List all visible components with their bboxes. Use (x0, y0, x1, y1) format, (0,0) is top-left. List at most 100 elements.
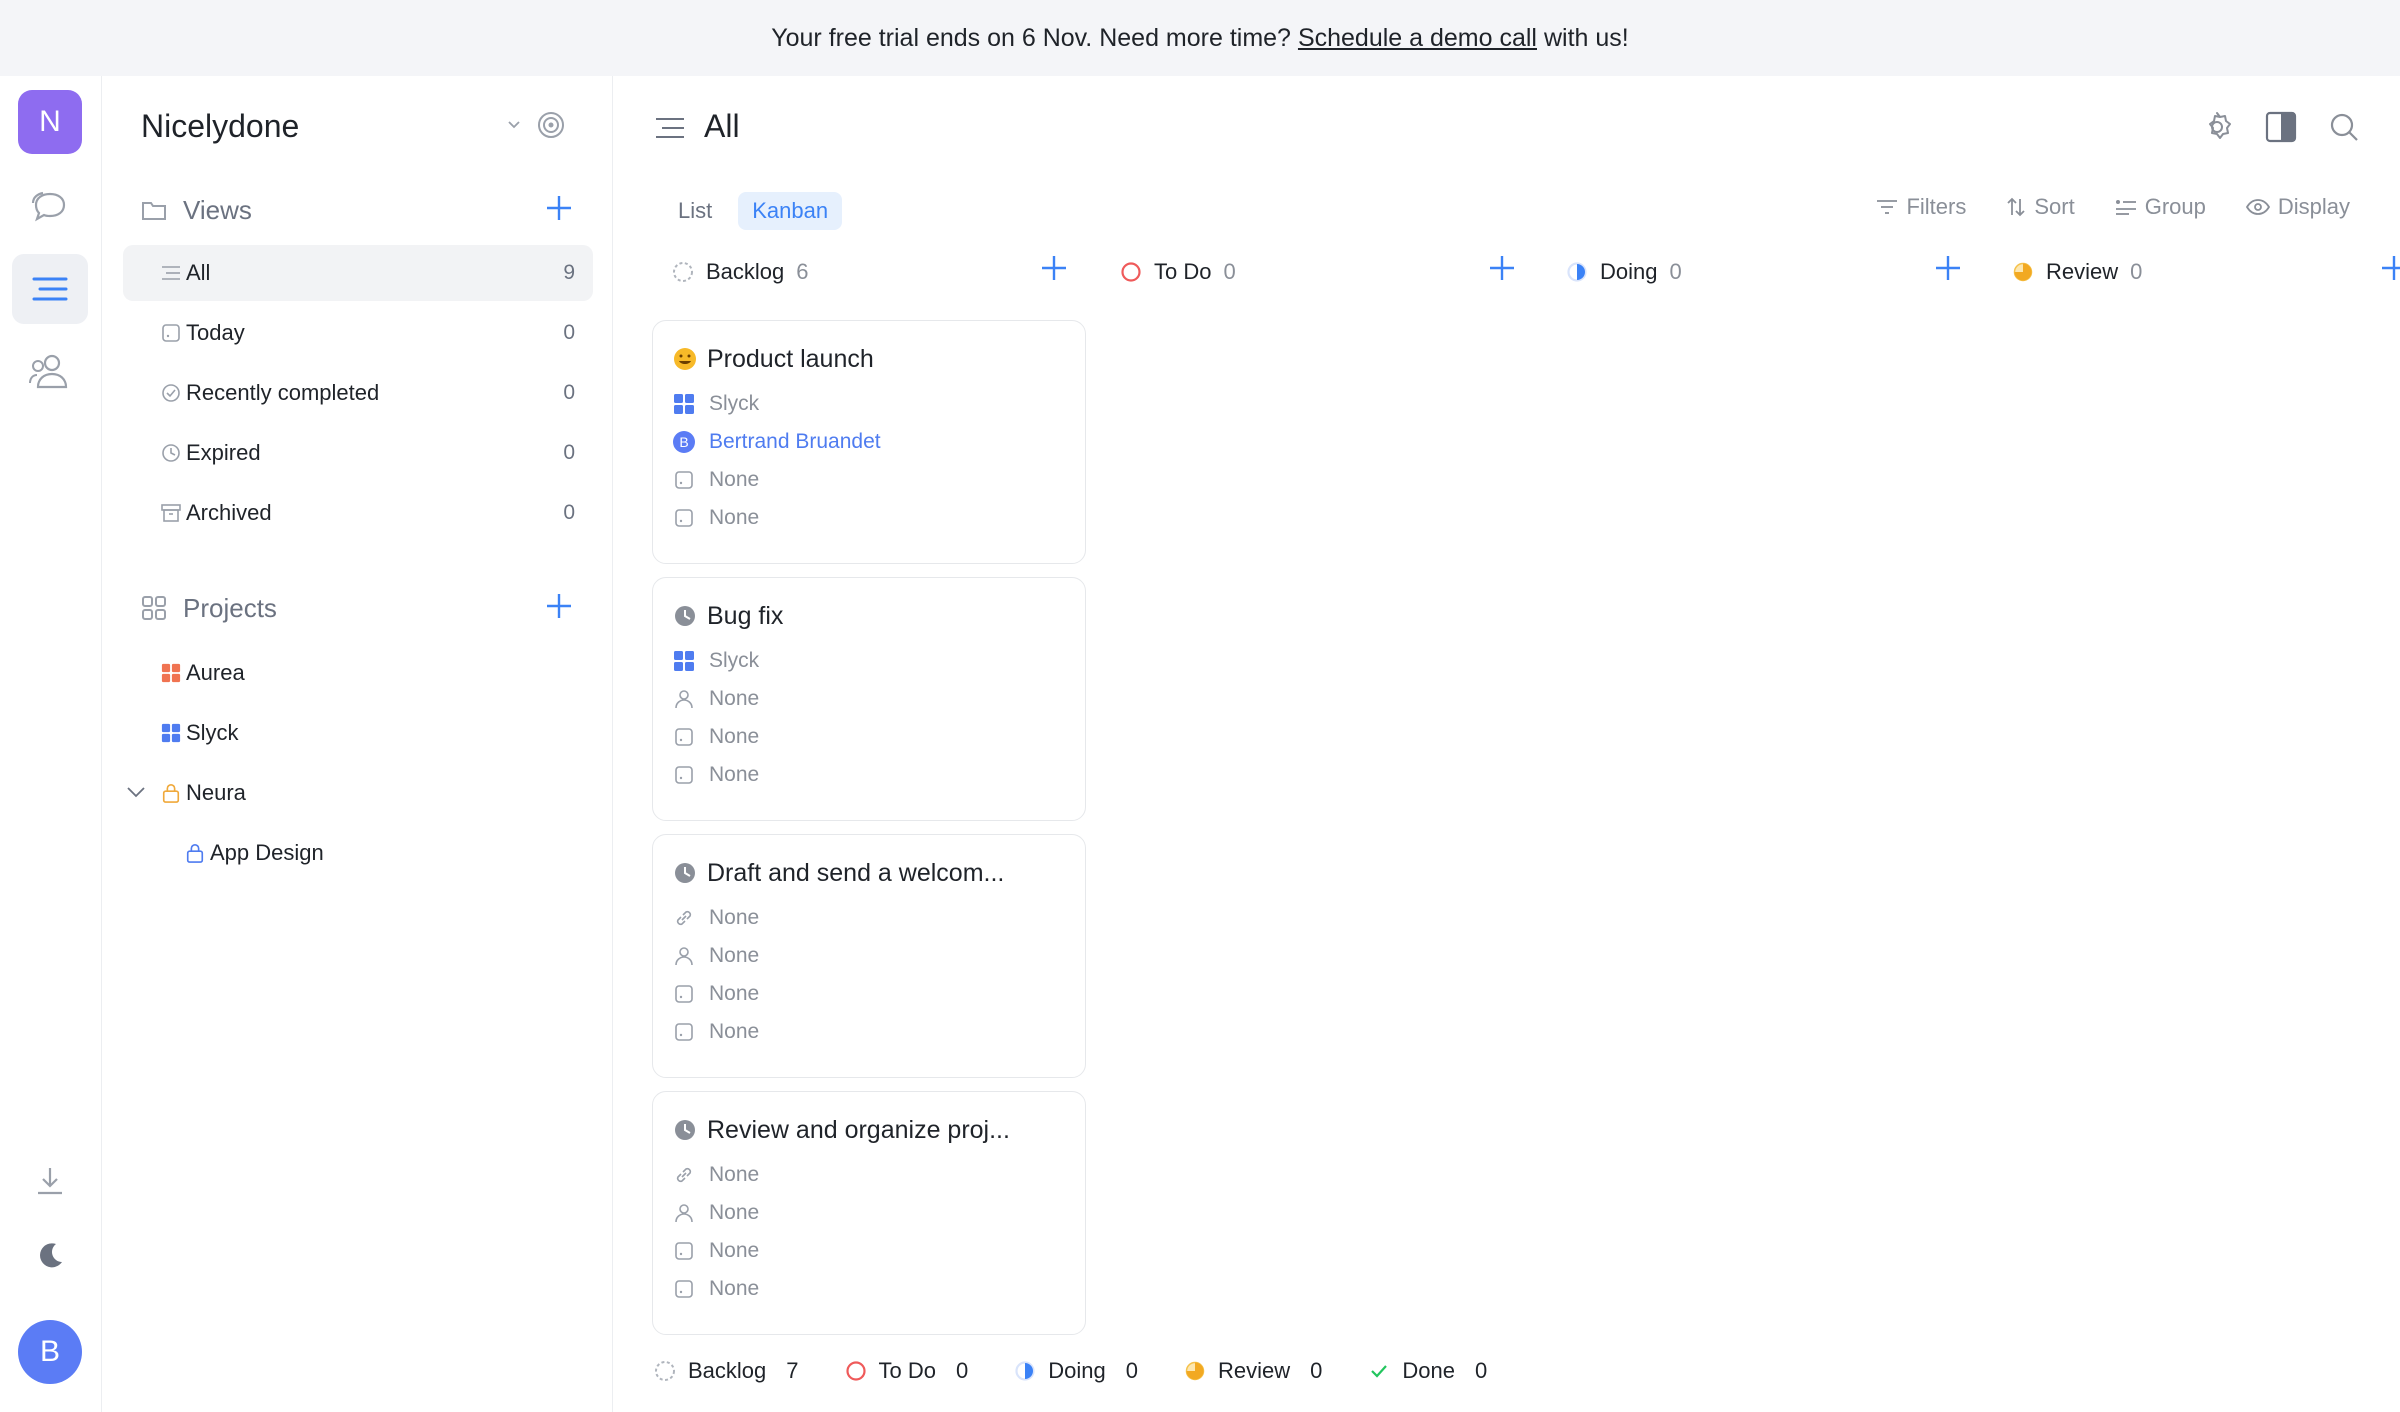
chevron-down-icon[interactable] (125, 785, 147, 801)
card-prop-text: Bertrand Bruandet (709, 430, 881, 453)
sort-button[interactable]: Sort (2006, 194, 2075, 220)
filters-button[interactable]: Filters (1876, 194, 1966, 220)
task-status-icon (675, 863, 695, 883)
workspace-avatar[interactable]: N (18, 90, 82, 154)
chevron-down-icon[interactable] (506, 119, 522, 131)
column-header-todo: To Do 0 (1120, 252, 1236, 292)
project-label: Neura (186, 780, 246, 805)
group-button[interactable]: Group (2115, 194, 2206, 220)
projects-section-header[interactable]: Projects (141, 586, 591, 630)
user-avatar[interactable]: B (18, 1320, 82, 1384)
view-label: All (186, 260, 211, 285)
card-due-date[interactable]: None (673, 1272, 759, 1306)
user-icon (675, 1204, 693, 1223)
card-prop-text: None (709, 687, 760, 710)
card-title: Review and organize proj... (707, 1116, 1010, 1144)
projects-label: Projects (183, 592, 277, 623)
status-summary-todo[interactable]: To Do 0 (845, 1358, 968, 1384)
status-name: Doing (1048, 1358, 1106, 1383)
view-item-today[interactable]: Today 0 (123, 305, 593, 361)
theme-toggle[interactable] (12, 1221, 88, 1291)
add-card-doing-icon[interactable] (1934, 254, 1962, 282)
card-prop-text: None (709, 725, 760, 748)
card-due-date[interactable]: None (673, 501, 759, 535)
card-assignee[interactable]: None (673, 1196, 759, 1230)
card-due-date[interactable]: None (673, 1015, 759, 1049)
project-item-neura[interactable]: Neura (123, 765, 593, 821)
card-link[interactable]: None (673, 901, 759, 935)
status-summary-doing[interactable]: Doing 0 (1014, 1358, 1138, 1384)
status-summary-done[interactable]: Done 0 (1368, 1358, 1487, 1384)
status-summary-backlog[interactable]: Backlog 7 (654, 1358, 799, 1384)
people-button[interactable] (12, 336, 88, 406)
review-status-icon (2013, 262, 2033, 282)
menu-icon[interactable] (654, 116, 686, 140)
gear-icon[interactable] (2200, 110, 2234, 144)
card-prop-text: None (709, 944, 760, 967)
view-count: 0 (563, 321, 575, 344)
add-project-icon[interactable] (545, 592, 573, 620)
download-button[interactable] (12, 1146, 88, 1216)
card-start-date[interactable]: None (673, 977, 759, 1011)
card-project[interactable]: Slyck (673, 644, 759, 678)
task-card[interactable]: Bug fix Slyck None None None (652, 577, 1086, 821)
card-prop-text: None (709, 763, 760, 786)
add-card-review-icon[interactable] (2380, 254, 2400, 282)
view-item-all[interactable]: All 9 (123, 245, 593, 301)
projects-grid-icon (142, 596, 166, 620)
status-count: 0 (1474, 1358, 1488, 1383)
column-count: 0 (2130, 259, 2143, 284)
card-project[interactable]: Slyck (673, 387, 759, 421)
trial-banner: Your free trial ends on 6 Nov. Need more… (0, 0, 2400, 76)
card-link[interactable]: None (673, 1158, 759, 1192)
add-card-todo-icon[interactable] (1488, 254, 1516, 282)
status-count: 7 (786, 1358, 799, 1383)
calendar-icon (675, 985, 693, 1003)
project-item-aurea[interactable]: Aurea (123, 645, 593, 701)
card-assignee[interactable]: B Bertrand Bruandet (673, 425, 881, 459)
search-icon[interactable] (2328, 111, 2360, 143)
grid-icon (161, 663, 181, 683)
view-item-expired[interactable]: Expired 0 (123, 425, 593, 481)
project-item-slyck[interactable]: Slyck (123, 705, 593, 761)
card-start-date[interactable]: None (673, 1234, 759, 1268)
task-card[interactable]: Product launch Slyck B Bertrand Bruandet … (652, 320, 1086, 564)
view-item-recently-completed[interactable]: Recently completed 0 (123, 365, 593, 421)
tab-kanban[interactable]: Kanban (738, 192, 843, 230)
chat-button[interactable] (12, 172, 88, 242)
card-prop-text: Slyck (709, 649, 760, 672)
view-count: 0 (563, 441, 575, 464)
project-label: Slyck (186, 720, 239, 745)
card-assignee[interactable]: None (673, 939, 759, 973)
chat-icon (31, 191, 66, 222)
schedule-demo-link[interactable]: Schedule a demo call (1298, 24, 1537, 53)
radar-icon[interactable] (536, 110, 566, 140)
card-title: Bug fix (707, 602, 784, 630)
card-start-date[interactable]: None (673, 720, 759, 754)
tasks-button[interactable] (12, 254, 88, 324)
display-button[interactable]: Display (2245, 194, 2350, 220)
project-item-app-design[interactable]: App Design (123, 825, 593, 881)
view-item-archived[interactable]: Archived 0 (123, 485, 593, 541)
card-assignee[interactable]: None (673, 682, 759, 716)
eye-icon (2245, 199, 2270, 215)
column-header-review: Review 0 (2012, 252, 2142, 292)
card-title: Product launch (707, 345, 874, 373)
calendar-icon (675, 766, 693, 784)
task-card[interactable]: Review and organize proj... None None No… (652, 1091, 1086, 1335)
lock-icon (162, 784, 180, 803)
card-due-date[interactable]: None (673, 758, 759, 792)
views-section-header[interactable]: Views (141, 188, 591, 232)
card-title: Draft and send a welcom... (707, 859, 1005, 887)
column-count: 0 (1669, 259, 1682, 284)
panel-toggle-icon[interactable] (2264, 110, 2298, 144)
tab-list[interactable]: List (664, 192, 726, 230)
status-summary-review[interactable]: Review 0 (1184, 1358, 1322, 1384)
card-start-date[interactable]: None (673, 463, 759, 497)
check-circle-icon (162, 384, 180, 402)
add-card-backlog-icon[interactable] (1040, 254, 1068, 282)
task-card[interactable]: Draft and send a welcom... None None Non… (652, 834, 1086, 1078)
doing-status-icon (1015, 1361, 1035, 1381)
workspace-name[interactable]: Nicelydone (141, 108, 299, 145)
add-view-icon[interactable] (545, 194, 573, 222)
